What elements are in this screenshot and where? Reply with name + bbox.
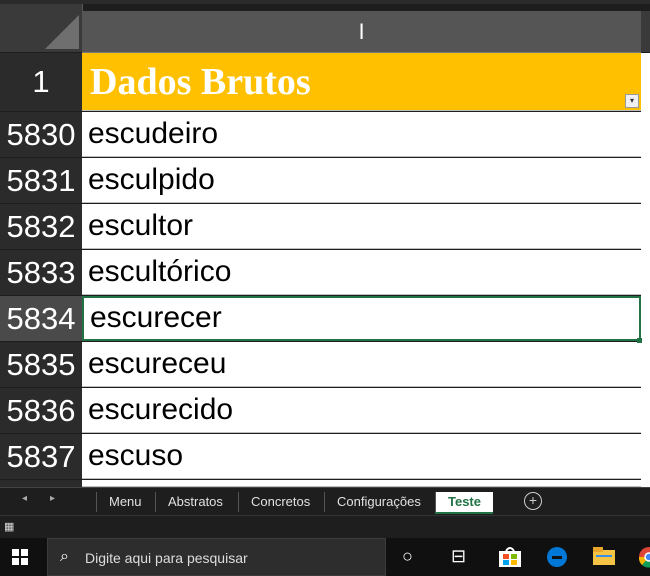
table-cell[interactable]: escudeiro <box>82 112 641 157</box>
file-explorer-icon[interactable] <box>592 546 616 566</box>
sheet-tab-bar: ◂ ▸ Menu Abstratos Concretos Configuraçõ… <box>0 487 650 515</box>
sheet-prev-icon[interactable]: ◂ <box>22 493 27 504</box>
table-header-cell[interactable]: Dados Brutos ▾ <box>82 53 641 111</box>
active-cell[interactable]: escurecer <box>82 296 641 341</box>
cortana-icon[interactable]: ○ <box>402 546 413 567</box>
table-cell[interactable]: escureceu <box>82 342 641 387</box>
table-cell-partial[interactable] <box>82 480 641 487</box>
select-all-triangle-icon <box>45 15 79 49</box>
windows-start-icon[interactable] <box>12 549 28 565</box>
edge-browser-icon[interactable] <box>546 546 568 568</box>
filter-dropdown-icon[interactable]: ▾ <box>625 94 639 108</box>
ribbon-edge <box>0 0 650 4</box>
row-header[interactable]: 5832 <box>0 204 82 249</box>
column-header-label: I <box>358 19 365 44</box>
select-all-corner[interactable] <box>0 4 83 52</box>
tab-menu[interactable]: Menu <box>96 492 154 512</box>
search-placeholder: Digite aqui para pesquisar <box>85 550 248 566</box>
sheet-next-icon[interactable]: ▸ <box>50 493 55 504</box>
taskbar-search-box[interactable]: ⌕ Digite aqui para pesquisar <box>47 538 386 576</box>
task-view-icon[interactable]: ⊟ <box>451 546 466 567</box>
search-icon: ⌕ <box>60 548 69 565</box>
column-header-i[interactable]: I <box>82 11 641 53</box>
table-header-title: Dados Brutos <box>90 61 311 103</box>
add-sheet-icon[interactable]: + <box>524 492 542 510</box>
tab-teste[interactable]: Teste <box>435 492 493 514</box>
chrome-icon[interactable] <box>638 546 650 568</box>
row-header-partial[interactable] <box>0 480 82 487</box>
row-header-1[interactable]: 1 <box>0 53 82 111</box>
status-bar: ▦ <box>0 515 650 538</box>
table-cell[interactable]: escultor <box>82 204 641 249</box>
next-column-cells[interactable] <box>641 53 650 487</box>
store-icon[interactable] <box>498 546 522 568</box>
row-header[interactable]: 5833 <box>0 250 82 295</box>
row-header[interactable]: 5837 <box>0 434 82 479</box>
table-cell[interactable]: esculpido <box>82 158 641 203</box>
sheet-stats-icon[interactable]: ▦ <box>4 520 14 533</box>
table-cell[interactable]: escurecido <box>82 388 641 433</box>
row-header[interactable]: 5835 <box>0 342 82 387</box>
table-cell[interactable]: escuso <box>82 434 641 479</box>
column-header-next[interactable] <box>641 11 650 52</box>
table-cell[interactable]: escultórico <box>82 250 641 295</box>
row-header[interactable]: 5836 <box>0 388 82 433</box>
row-header[interactable]: 5830 <box>0 112 82 157</box>
taskbar: ⌕ Digite aqui para pesquisar ○ ⊟ <box>0 538 650 576</box>
row-header[interactable]: 5831 <box>0 158 82 203</box>
tab-concretos[interactable]: Concretos <box>238 492 322 512</box>
tab-abstratos[interactable]: Abstratos <box>155 492 235 512</box>
row-header-selected[interactable]: 5834 <box>0 296 82 341</box>
tab-configuracoes[interactable]: Configurações <box>324 492 433 512</box>
fill-handle[interactable] <box>637 338 642 343</box>
